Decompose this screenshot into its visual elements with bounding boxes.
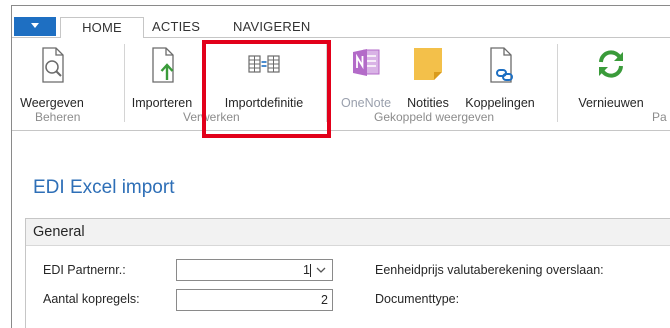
vernieuwen-label: Vernieuwen <box>578 96 644 110</box>
koppelingen-label: Koppelingen <box>465 96 535 110</box>
aantal-kopregels-value: 2 <box>321 293 328 307</box>
weergeven-button[interactable]: Weergeven <box>18 38 86 114</box>
aantal-kopregels-label: Aantal kopregels: <box>43 292 140 306</box>
page-title: EDI Excel import <box>33 177 175 198</box>
weergeven-label: Weergeven <box>20 96 84 110</box>
documenttype-label: Documenttype: <box>375 292 460 306</box>
import-arrow-icon <box>152 47 174 83</box>
ribbon: Weergeven Importeren Importdefinitie One… <box>12 37 670 131</box>
sticky-note-icon <box>414 48 442 80</box>
ribbon-separator <box>124 44 125 122</box>
notities-button[interactable]: Notities <box>400 38 456 114</box>
link-document-icon <box>490 47 513 83</box>
importeren-button[interactable]: Importeren <box>126 38 198 114</box>
vernieuwen-button[interactable]: Vernieuwen <box>568 38 654 114</box>
tab-acties[interactable]: ACTIES <box>152 17 200 37</box>
refresh-icon <box>599 50 623 78</box>
importdefinitie-highlight <box>202 40 331 138</box>
ribbon-separator <box>557 44 558 122</box>
ribbon-tab-row: HOME ACTIES NAVIGEREN <box>12 6 670 38</box>
edi-partnernr-value: 1 <box>303 263 310 277</box>
onenote-label: OneNote <box>340 96 392 110</box>
importeren-label: Importeren <box>131 96 193 110</box>
onenote-icon <box>353 49 380 76</box>
tab-home[interactable]: HOME <box>60 17 144 38</box>
group-label-beheren: Beheren <box>35 110 81 124</box>
eenheidprijs-label: Eenheidprijs valutaberekening overslaan: <box>375 263 604 277</box>
group-label-gekoppeld: Gekoppeld weergeven <box>374 110 495 124</box>
app-window: HOME ACTIES NAVIGEREN Weergeven Importer <box>11 5 670 328</box>
edi-partnernr-label: EDI Partnernr.: <box>43 263 126 277</box>
onenote-button[interactable]: OneNote <box>334 38 398 114</box>
koppelingen-button[interactable]: Koppelingen <box>456 38 544 114</box>
general-fasttab-header[interactable]: General <box>26 219 670 246</box>
notities-label: Notities <box>407 96 449 110</box>
app-menu-button[interactable] <box>14 17 56 36</box>
chevron-down-icon[interactable] <box>313 261 329 279</box>
dropdown-triangle-icon <box>31 23 39 28</box>
aantal-kopregels-field[interactable]: 2 <box>176 289 333 311</box>
text-caret <box>310 264 311 277</box>
magnifier-document-icon <box>42 47 64 83</box>
group-label-truncated: Pa <box>652 110 667 124</box>
edi-partnernr-field[interactable]: 1 <box>176 259 333 281</box>
tab-navigeren[interactable]: NAVIGEREN <box>233 17 310 37</box>
